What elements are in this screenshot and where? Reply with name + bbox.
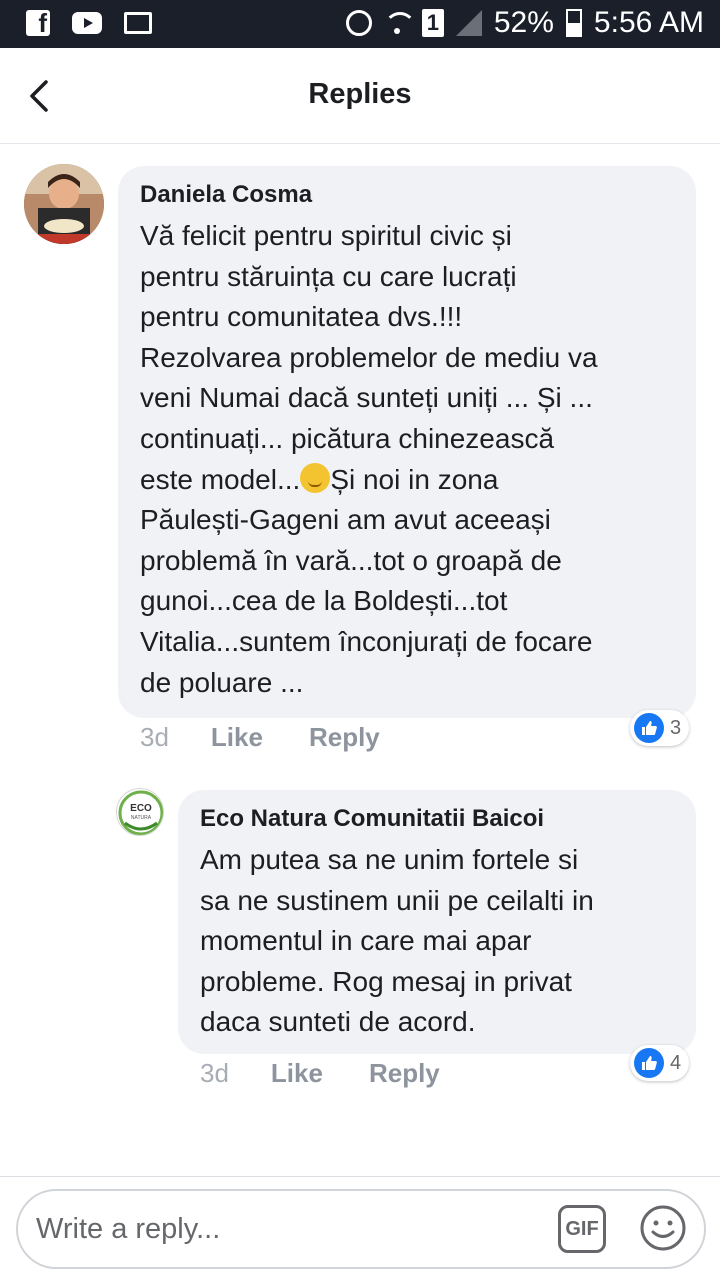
battery-percent: 52% — [493, 6, 554, 39]
alarm-icon — [345, 10, 372, 36]
comment-bubble: Eco Natura Comunitatii Baicoi Am putea s… — [178, 790, 696, 1054]
reaction-summary[interactable]: 3 — [630, 710, 690, 746]
smiley-icon — [640, 1205, 686, 1251]
reply-button[interactable]: Reply — [309, 722, 380, 753]
mail-icon — [124, 12, 152, 34]
eco-natura-logo-icon: ECO NATURA — [118, 790, 163, 835]
comment-text-part: Și noi in zona Păulești-Gageni am avut a… — [140, 463, 593, 698]
comment-author[interactable]: Eco Natura Comunitatii Baicoi — [200, 804, 674, 834]
emoji-button[interactable] — [638, 1203, 688, 1253]
header: Replies — [0, 48, 720, 144]
reaction-count: 4 — [670, 1051, 682, 1074]
reaction-summary[interactable]: 4 — [630, 1045, 690, 1081]
comment-text: Am putea sa ne unim fortele si sa ne sus… — [200, 844, 594, 1038]
like-button[interactable]: Like — [211, 722, 263, 753]
reply-composer: GIF — [16, 1189, 706, 1269]
reply-composer-bar: GIF — [0, 1176, 720, 1280]
youtube-icon — [72, 12, 102, 34]
signal-icon — [455, 10, 482, 36]
comment-bubble: Daniela Cosma Vă felicit pentru spiritul… — [118, 166, 696, 718]
like-button[interactable]: Like — [271, 1058, 323, 1089]
thumbs-up-icon — [634, 713, 664, 743]
comment-timestamp: 3d — [140, 722, 169, 752]
facebook-icon — [26, 8, 50, 39]
reply-input[interactable] — [36, 1203, 536, 1255]
reaction-count: 3 — [670, 716, 682, 739]
comment-author[interactable]: Daniela Cosma — [140, 180, 674, 210]
clock: 5:56 AM — [593, 6, 704, 39]
svg-text:NATURA: NATURA — [131, 815, 152, 821]
avatar[interactable] — [24, 164, 104, 244]
svg-text:ECO: ECO — [130, 803, 152, 814]
sim-icon: 1 — [421, 9, 444, 37]
avatar[interactable]: ECO NATURA — [116, 788, 164, 836]
system-icons: 1 52% 5:56 AM — [345, 6, 704, 40]
comment-text-part: Vă felicit pentru spiritul civic și pent… — [140, 220, 598, 495]
battery-icon — [565, 9, 582, 37]
status-bar: 1 52% 5:56 AM — [0, 0, 720, 48]
comment-text: Vă felicit pentru spiritul civic și pent… — [140, 216, 674, 703]
wifi-icon — [383, 10, 416, 36]
notification-icons — [26, 8, 152, 39]
comment-actions: 3d Like Reply — [200, 1058, 486, 1089]
gif-button[interactable]: GIF — [558, 1205, 606, 1253]
page-title: Replies — [308, 78, 412, 110]
comment-actions: 3d Like Reply — [140, 722, 426, 753]
reply-button[interactable]: Reply — [369, 1058, 440, 1089]
smirking-face-emoji-icon — [300, 462, 331, 493]
thumbs-up-icon — [634, 1048, 664, 1078]
comment-timestamp: 3d — [200, 1058, 229, 1088]
